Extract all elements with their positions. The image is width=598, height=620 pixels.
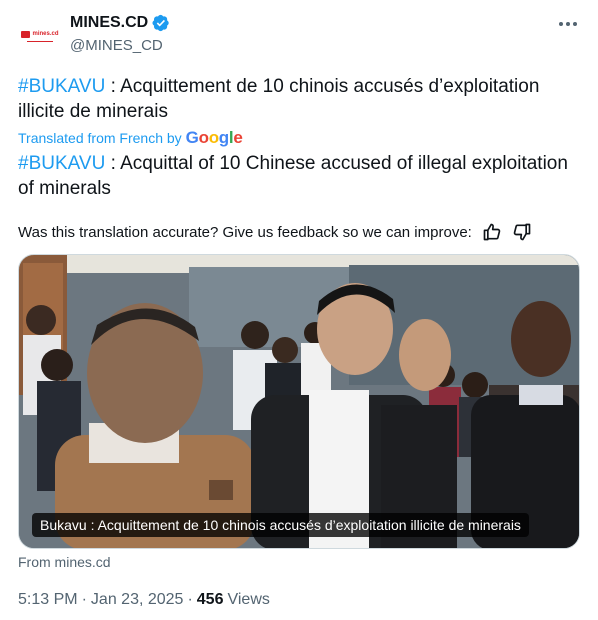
translation-attribution[interactable]: Translated from French by Google xyxy=(18,128,243,148)
dot xyxy=(573,22,577,26)
tweet-text-original: #BUKAVU : Acquittement de 10 chinois acc… xyxy=(18,74,580,124)
hashtag-link[interactable]: #BUKAVU xyxy=(18,153,105,174)
mines-cd-logo: mines.cd xyxy=(21,30,59,38)
avatar[interactable]: mines.cd xyxy=(18,12,62,56)
name-row: MINES.CD xyxy=(70,12,170,34)
google-logo: Google xyxy=(185,128,243,147)
dot xyxy=(566,22,570,26)
display-name[interactable]: MINES.CD xyxy=(70,14,148,32)
logo-text: mines.cd xyxy=(32,31,59,37)
translated-label: Translated from French by xyxy=(18,130,182,146)
media-caption: Bukavu : Acquittement de 10 chinois accu… xyxy=(32,513,529,537)
media-image[interactable]: Bukavu : Acquittement de 10 chinois accu… xyxy=(18,254,580,549)
handle[interactable]: @MINES_CD xyxy=(70,37,170,54)
thumb-up-icon[interactable] xyxy=(482,222,502,242)
views-label: Views xyxy=(227,591,270,608)
timestamp-date[interactable]: Jan 23, 2025 xyxy=(91,591,184,609)
more-options-icon[interactable] xyxy=(556,14,580,34)
dot xyxy=(559,22,563,26)
meta-separator: · xyxy=(187,591,193,608)
author-block: MINES.CD @MINES_CD xyxy=(70,12,170,54)
logo-underline xyxy=(27,41,53,42)
translation-feedback: Was this translation accurate? Give us f… xyxy=(18,222,532,242)
courtroom-photo xyxy=(19,255,579,548)
views-count: 456 xyxy=(196,591,224,608)
thumb-down-icon[interactable] xyxy=(512,222,532,242)
hashtag-link[interactable]: #BUKAVU xyxy=(18,76,105,97)
meta-separator: · xyxy=(81,591,87,608)
tweet-meta: 5:13 PM · Jan 23, 2025 · 456 Views xyxy=(18,591,270,609)
verified-badge-icon[interactable] xyxy=(152,14,170,32)
logo-mark xyxy=(21,30,31,38)
feedback-prompt: Was this translation accurate? Give us f… xyxy=(18,223,472,241)
tweet-text-translated: #BUKAVU : Acquittal of 10 Chinese accuse… xyxy=(18,151,580,201)
link-source[interactable]: From mines.cd xyxy=(18,554,111,570)
timestamp-time[interactable]: 5:13 PM xyxy=(18,591,78,609)
tweet: mines.cd MINES.CD @MINES_CD #BUKAVU : Ac… xyxy=(0,0,598,620)
